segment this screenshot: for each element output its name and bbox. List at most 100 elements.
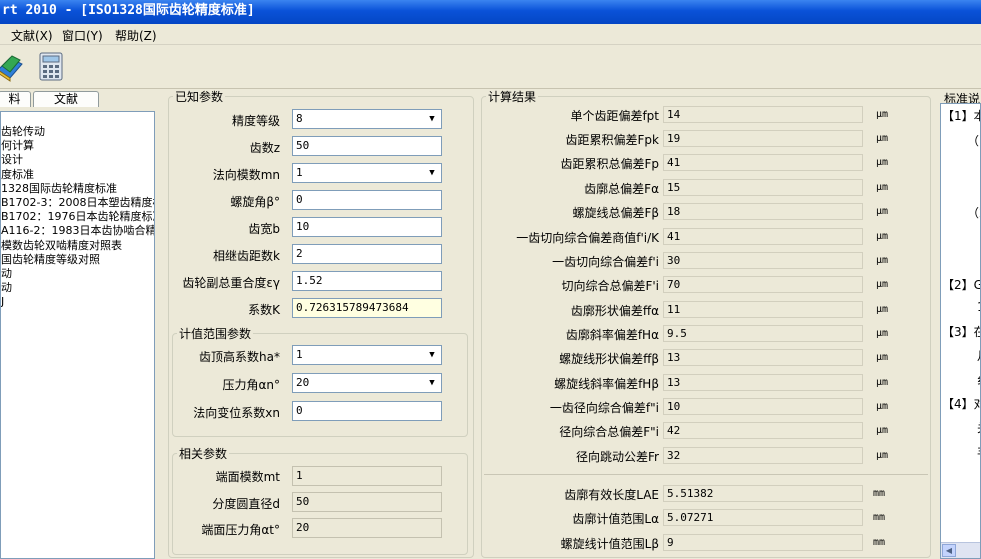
- result-label: 齿距累积偏差Fpk: [565, 133, 659, 147]
- profile-shift-input[interactable]: 0: [292, 401, 442, 421]
- length-label: 齿廓有效长度LAE: [564, 488, 659, 502]
- results-divider: [484, 474, 928, 475]
- tree-item[interactable]: A116-2：1983日本齿协啮合精: [1, 224, 154, 238]
- length-value: 5.51382: [663, 485, 863, 502]
- tree-item[interactable]: 模数齿轮双啮精度对照表: [1, 239, 154, 253]
- note-line: 【3】在: [942, 325, 980, 339]
- result-value: 15: [663, 179, 863, 196]
- tree-item[interactable]: 齿轮传动: [1, 125, 154, 139]
- tab-literature[interactable]: 文献: [33, 91, 99, 107]
- length-unit: mm: [873, 512, 886, 523]
- helix-angle-input[interactable]: 0: [292, 190, 442, 210]
- known-params-legend: 已知参数: [175, 90, 224, 104]
- field-label: 齿轮副总重合度εγ: [182, 276, 280, 290]
- standard-note-box: 【1】本 （1 （2 【2】GE 1 【3】在 月 纟 【4】对 关 丰 ◀: [940, 103, 981, 559]
- tree-item[interactable]: 国齿轮精度等级对照: [1, 253, 154, 267]
- tree-item[interactable]: 设计: [1, 153, 154, 167]
- pitch-count-input[interactable]: 2: [292, 244, 442, 264]
- length-label: 齿廓计值范围Lα: [572, 512, 659, 526]
- field-label: 分度圆直径d: [212, 497, 280, 511]
- result-value: 14: [663, 106, 863, 123]
- note-line: 关: [977, 419, 980, 436]
- tree-item[interactable]: 动: [1, 281, 154, 295]
- result-unit: μm: [876, 425, 889, 436]
- result-value: 32: [663, 447, 863, 464]
- menu-help[interactable]: 帮助(Z): [115, 27, 157, 44]
- note-line: 【4】对: [942, 397, 980, 411]
- field-label: 齿顶高系数ha*: [199, 350, 280, 364]
- result-label: 一齿径向综合偏差f"i: [549, 401, 659, 415]
- result-label: 切向综合总偏差F'i: [561, 279, 659, 293]
- result-label: 一齿切向综合偏差f'i: [552, 255, 659, 269]
- menu-literature[interactable]: 文献(X): [11, 27, 53, 44]
- chevron-down-icon: ▼: [429, 114, 435, 124]
- addendum-coef-select[interactable]: 1 ▼: [292, 345, 442, 365]
- result-unit: μm: [876, 133, 889, 144]
- calculator-icon[interactable]: [38, 50, 68, 82]
- coefficient-k-field[interactable]: 0.726315789473684: [292, 298, 442, 318]
- note-line: 丰: [977, 443, 980, 460]
- tab-material[interactable]: 料: [0, 91, 31, 107]
- tree-item[interactable]: J: [1, 295, 154, 309]
- pitch-diameter-field: 50: [292, 492, 442, 512]
- field-label: 压力角αn°: [222, 378, 280, 392]
- result-value: 42: [663, 422, 863, 439]
- result-value: 13: [663, 349, 863, 366]
- result-label: 齿廓形状偏差ffα: [570, 304, 659, 318]
- result-unit: μm: [876, 206, 889, 217]
- result-label: 单个齿距偏差fpt: [570, 109, 659, 123]
- length-unit: mm: [873, 488, 886, 499]
- field-label: 齿宽b: [248, 222, 280, 236]
- contact-ratio-input[interactable]: 1.52: [292, 271, 442, 291]
- menu-bar: 文献(X) 窗口(Y) 帮助(Z): [0, 24, 981, 45]
- normal-module-select[interactable]: 1 ▼: [292, 163, 442, 183]
- pressure-angle-select[interactable]: 20 ▼: [292, 373, 442, 393]
- field-label: 螺旋角β°: [230, 195, 280, 209]
- result-label: 齿廓总偏差Fα: [584, 182, 659, 196]
- result-unit: μm: [876, 328, 889, 339]
- teeth-count-input[interactable]: 50: [292, 136, 442, 156]
- note-line: 月: [977, 347, 980, 364]
- window-title: rt 2010 - [ISO1328国际齿轮精度标准]: [0, 0, 981, 24]
- chevron-down-icon: ▼: [429, 350, 435, 360]
- note-line: （1: [967, 134, 980, 148]
- tree-item[interactable]: B1702：1976日本齿轮精度标准: [1, 210, 154, 224]
- calc-range-legend: 计值范围参数: [179, 327, 252, 341]
- result-value: 18: [663, 203, 863, 220]
- result-value: 70: [663, 276, 863, 293]
- left-panel: 料 文献 齿轮传动 何计算 设计 度标准 1328国际齿轮精度标准 B1702-…: [0, 89, 160, 559]
- transverse-pressure-angle-field: 20: [292, 518, 442, 538]
- result-label: 径向跳动公差Fr: [576, 450, 659, 464]
- transverse-module-field: 1: [292, 466, 442, 486]
- result-label: 齿廓斜率偏差fHα: [565, 328, 659, 342]
- related-params-legend: 相关参数: [179, 447, 228, 461]
- results-legend: 计算结果: [488, 90, 537, 104]
- result-label: 径向综合总偏差F"i: [559, 425, 659, 439]
- result-value: 11: [663, 301, 863, 318]
- horizontal-scrollbar[interactable]: ◀: [941, 542, 980, 558]
- result-unit: μm: [876, 255, 889, 266]
- length-value: 5.07271: [663, 509, 863, 526]
- scroll-left-icon[interactable]: ◀: [942, 544, 956, 557]
- result-value: 9.5: [663, 325, 863, 342]
- tree-item[interactable]: 度标准: [1, 168, 154, 182]
- navigation-tree: 齿轮传动 何计算 设计 度标准 1328国际齿轮精度标准 B1702-3：200…: [0, 111, 155, 559]
- books-icon[interactable]: [0, 50, 24, 82]
- result-value: 10: [663, 398, 863, 415]
- result-value: 19: [663, 130, 863, 147]
- tree-item[interactable]: B1702-3：2008日本塑齿精度标: [1, 196, 154, 210]
- tree-item[interactable]: 动: [1, 267, 154, 281]
- result-label: 螺旋线总偏差Fβ: [572, 206, 659, 220]
- result-unit: μm: [876, 279, 889, 290]
- precision-grade-select[interactable]: 8 ▼: [292, 109, 442, 129]
- chevron-down-icon: ▼: [429, 168, 435, 178]
- tree-item[interactable]: 1328国际齿轮精度标准: [1, 182, 154, 196]
- field-label: 法向模数mn: [212, 168, 280, 182]
- result-value: 41: [663, 154, 863, 171]
- face-width-input[interactable]: 10: [292, 217, 442, 237]
- result-value: 41: [663, 228, 863, 245]
- tree-item[interactable]: 何计算: [1, 139, 154, 153]
- menu-window[interactable]: 窗口(Y): [62, 27, 103, 44]
- result-value: 30: [663, 252, 863, 269]
- note-line: 1: [977, 300, 980, 314]
